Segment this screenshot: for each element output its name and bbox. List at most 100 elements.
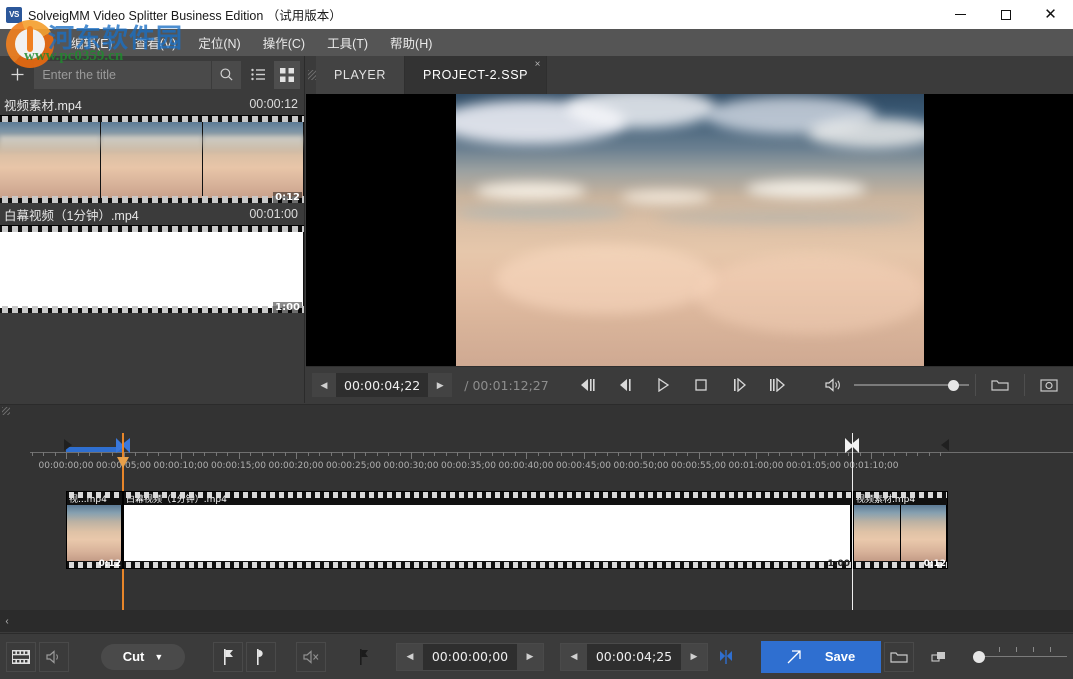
current-time-value[interactable]: 00:00:04;22 [336,373,429,397]
end-time-stepper[interactable]: ◀ 00:00:04;25 ▶ [560,642,708,671]
ruler-tick-minor [882,452,884,456]
time-decrement-button[interactable]: ◀ [312,373,336,397]
filmstrip-perforation-bottom [0,196,304,203]
prev-frame-button[interactable] [569,371,605,399]
start-time-stepper[interactable]: ◀ 00:00:00;00 ▶ [396,642,544,671]
timeline-grip[interactable] [2,407,10,415]
volume-knob[interactable] [948,379,960,391]
current-time-stepper[interactable]: ◀ 00:00:04;22 ▶ [312,373,453,397]
filmstrip-perforation-bottom [0,306,304,313]
volume-slider[interactable] [854,371,969,399]
marker-in-button[interactable] [213,641,243,672]
clip-perforation-bottom [124,562,851,568]
menu-item-edit[interactable]: 编辑(E) [60,29,124,56]
menu-item-operations[interactable]: 操作(C) [252,29,316,56]
menu-item-tools[interactable]: 工具(T) [316,29,379,56]
split-marker-button[interactable] [711,642,741,672]
window-controls: ✕ [938,0,1073,29]
video-preview[interactable] [306,94,1073,366]
maximize-button[interactable] [983,0,1028,29]
zoom-knob[interactable] [973,650,985,663]
mute-button[interactable] [296,641,326,672]
ruler-tick [468,452,470,459]
ruler-tick-label: 00:00:10;00 [153,461,209,471]
ruler-tick-minor [514,452,516,456]
ruler-tick-label: 00:00:20;00 [268,461,324,471]
ruler-tick-minor [146,452,148,456]
close-icon[interactable]: × [535,59,541,70]
step-back-button[interactable] [607,371,643,399]
end-increment-button[interactable]: ▶ [681,643,707,670]
play-button[interactable] [645,371,681,399]
window-title: SolveigMM Video Splitter Business Editio… [28,9,342,23]
mode-dropdown[interactable]: Cut ▼ [101,643,185,670]
menu-item-view[interactable]: 查看(V) [124,29,188,56]
ruler-tick-minor [779,452,780,456]
tab-project[interactable]: PROJECT-2.SSP × [405,56,548,94]
output-folder-button[interactable] [884,641,914,672]
timeline-clip[interactable]: 视...mp4 0:12 [66,491,123,569]
marker-in-icon[interactable] [64,439,72,451]
search-box[interactable] [34,60,242,89]
player-controls: ◀ 00:00:04;22 ▶ / 00:01:12;27 [306,366,1073,403]
ruler-tick-minor [687,452,688,456]
zoom-scale-icon [926,642,956,672]
selection-range-bar[interactable] [66,447,123,452]
start-increment-button[interactable]: ▶ [517,643,543,670]
search-input[interactable] [34,67,212,82]
media-item-header: 白幕视频（1分钟）.mp4 00:01:00 [0,203,304,225]
tab-player[interactable]: PLAYER [316,56,406,94]
ruler-tick-minor [31,452,33,456]
ruler-tick-minor [733,452,734,456]
ruler-tick-minor [560,452,562,456]
marker-out-icon[interactable] [941,439,949,451]
volume-icon[interactable] [816,371,852,399]
add-media-button[interactable] [4,61,30,89]
next-frame-button[interactable] [759,371,795,399]
marker-out-button[interactable] [246,641,276,672]
stop-button[interactable] [683,371,719,399]
audio-track-button[interactable] [39,641,69,672]
list-view-button[interactable] [245,61,271,89]
end-time-value[interactable]: 00:00:04;25 [587,643,681,670]
start-time-value[interactable]: 00:00:00;00 [423,643,517,670]
thumbnail [0,232,304,308]
ruler-tick-minor [652,452,654,456]
ruler-tick [411,452,412,459]
timeline-clip[interactable]: 白幕视频（1分钟）.mp4 1:00 [123,491,852,569]
clip-duration-label: 1:00 [827,559,850,569]
timeline-clip[interactable]: 视频素材.mp4 0:12 [853,491,948,569]
tab-bar: PLAYER PROJECT-2.SSP × [306,56,1073,94]
cloud-shape [455,206,626,220]
grid-view-button[interactable] [273,60,300,89]
timeline-zoom-slider[interactable] [959,644,1067,670]
folder-icon[interactable] [982,371,1018,399]
time-increment-button[interactable]: ▶ [428,373,453,397]
end-decrement-button[interactable]: ◀ [561,643,587,670]
menu-item-help[interactable]: 帮助(H) [379,29,443,56]
list-item[interactable]: 视频素材.mp4 00:00:12 0:12 [0,93,304,203]
step-forward-button[interactable] [721,371,757,399]
save-arrow-icon [787,649,801,663]
tabbar-grip[interactable] [308,70,316,80]
ruler-tick [813,452,815,459]
prev-marker-button[interactable] [350,642,380,672]
timeline-panel[interactable]: 00:00:00;0000:00:05;0000:00:10;0000:00:1… [0,404,1073,632]
cloud-shape [807,118,924,148]
close-button[interactable]: ✕ [1028,0,1073,29]
tab-label: PROJECT-2.SSP [423,68,529,82]
menu-item-navigate[interactable]: 定位(N) [187,29,251,56]
ruler-tick-label: 00:01:00;00 [728,461,784,471]
ruler-tick-minor [54,452,56,456]
search-icon[interactable] [211,60,241,89]
video-track-button[interactable] [6,641,36,672]
timeline-ruler[interactable]: 00:00:00;0000:00:05;0000:00:10;0000:00:1… [0,419,1073,471]
minimize-button[interactable] [938,0,983,29]
save-button[interactable]: Save [761,640,881,673]
filmstrip-duration-label: 0:12 [273,192,302,203]
list-item[interactable]: 白幕视频（1分钟）.mp4 00:01:00 1:00 [0,203,304,313]
start-decrement-button[interactable]: ◀ [397,643,423,670]
scroll-left-icon[interactable]: ‹ [0,616,14,627]
timeline-horizontal-scrollbar[interactable]: ‹ [0,610,1073,632]
snapshot-icon[interactable] [1031,371,1067,399]
